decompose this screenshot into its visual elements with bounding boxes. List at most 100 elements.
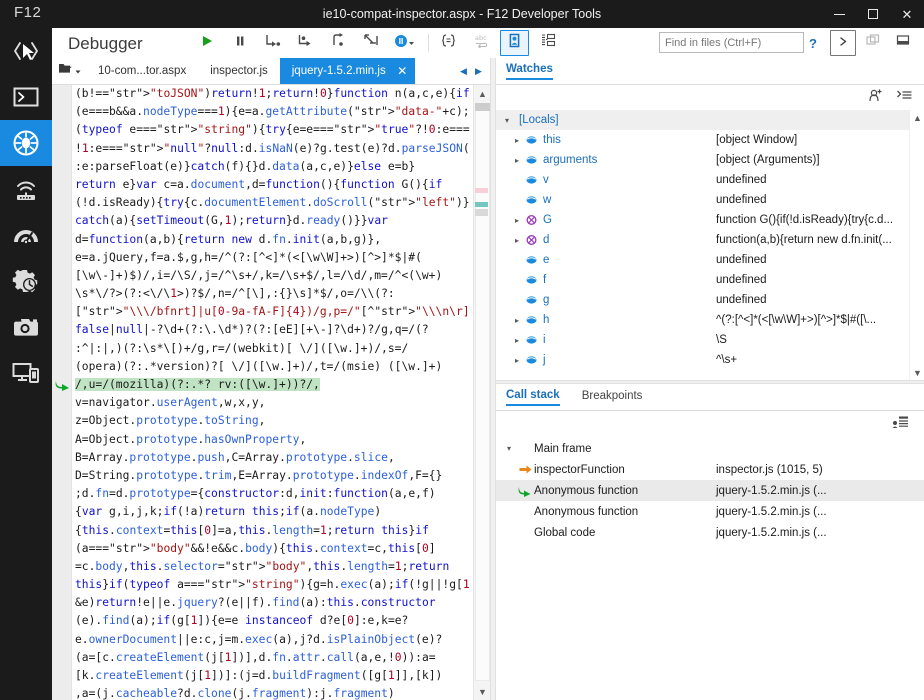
code-line[interactable]: :e:parseFloat(e)}catch(f){}d.data(a,c,e)… bbox=[73, 158, 470, 176]
step-over-button[interactable] bbox=[291, 30, 320, 56]
chevron-icon[interactable]: ▸ bbox=[510, 156, 524, 165]
code-text[interactable]: (b!=="str">"toJSON")return!1;return!0}fu… bbox=[73, 85, 470, 700]
watch-variable-row[interactable]: f undefined bbox=[496, 270, 924, 290]
word-wrap-button[interactable]: abc bbox=[467, 30, 496, 56]
dock-button[interactable] bbox=[860, 30, 886, 56]
code-line[interactable]: :^|:|,)(?:\s*\[)+/g,r=/(webkit)[ \/]([\w… bbox=[73, 340, 470, 358]
tab-aspx[interactable]: 10-com...tor.aspx bbox=[86, 58, 198, 84]
watch-variable-list[interactable]: ▾ [Locals] ▸ this [object Window] ▸ arguments [… bbox=[496, 110, 924, 380]
callstack-row[interactable]: Global code jquery-1.5.2.min.js (... bbox=[496, 522, 924, 543]
code-line[interactable]: {this.context=this[0]=a,this.length=1;re… bbox=[73, 522, 470, 540]
chevron-icon[interactable]: ▸ bbox=[510, 216, 524, 225]
tab-prev-button[interactable]: ◀ bbox=[456, 58, 471, 85]
break-all-button[interactable] bbox=[225, 30, 254, 56]
code-line[interactable]: return e}var c=a.document,d=function(){f… bbox=[73, 176, 470, 194]
watch-variable-row[interactable]: ▸ Gfunction G(){if(!d.isReady){try{c.d... bbox=[496, 210, 924, 230]
chevron-icon[interactable]: ▾ bbox=[500, 116, 514, 125]
scroll-down-button[interactable]: ▼ bbox=[474, 683, 490, 700]
chevron-icon[interactable]: ▸ bbox=[510, 136, 524, 145]
code-line[interactable]: (e).find(a);if(g[1]){e=e instanceof d?e[… bbox=[73, 612, 470, 630]
sidebar-item-debugger[interactable] bbox=[0, 120, 52, 166]
callstack-row[interactable]: Anonymous function jquery-1.5.2.min.js (.… bbox=[496, 501, 924, 522]
code-line[interactable]: (b!=="str">"toJSON")return!1;return!0}fu… bbox=[73, 85, 470, 103]
break-on-new-worker-button[interactable] bbox=[357, 30, 386, 56]
clear-watches-button[interactable] bbox=[894, 89, 914, 107]
scroll-thumb[interactable] bbox=[475, 103, 490, 111]
sidebar-item-network[interactable] bbox=[0, 166, 52, 212]
code-line[interactable]: (typeof e==="str">"string"){try{e=e==="s… bbox=[73, 121, 470, 139]
code-line[interactable]: [\w\-]+)$)/,i=/\S/,j=/^\s+/,k=/\s+$/,l=/… bbox=[73, 267, 470, 285]
tab-next-button[interactable]: ▶ bbox=[471, 58, 486, 85]
watch-variable-row[interactable]: ▸ h ^(?:[^<]*(<[\w\W]+>)[^>]*$|#([\... bbox=[496, 310, 924, 330]
chevron-icon[interactable]: ▸ bbox=[510, 236, 524, 245]
watch-variable-row[interactable]: ▸ j ^\s+ bbox=[496, 350, 924, 370]
editor-gutter[interactable] bbox=[52, 85, 72, 700]
watch-variable-row[interactable]: ▸ i \S bbox=[496, 330, 924, 350]
minimize-button[interactable] bbox=[822, 0, 856, 28]
watch-variable-row[interactable]: g undefined bbox=[496, 290, 924, 310]
help-button[interactable]: ? bbox=[800, 30, 826, 56]
scroll-down-button[interactable]: ▼ bbox=[910, 365, 924, 380]
console-drawer-button[interactable] bbox=[830, 30, 856, 56]
tab-jquery-min-js[interactable]: jquery-1.5.2.min.js ✕ bbox=[279, 58, 415, 84]
scroll-up-button[interactable]: ▲ bbox=[910, 110, 924, 125]
code-line[interactable]: ["str">"\\\/bfnrt]|u[0-9a-fA-F]{4})/g,p=… bbox=[73, 303, 470, 321]
code-line[interactable]: &e)return!e||e.jquery?(e||f).find(a):thi… bbox=[73, 594, 470, 612]
code-line[interactable]: e=a.jQuery,f=a.$,g,h=/^(?:[^<]*(<[\w\W]+… bbox=[73, 249, 470, 267]
code-line[interactable]: (a==="str">"body"&&!e&&c.body){this.cont… bbox=[73, 540, 470, 558]
code-line[interactable]: (e===b&&a.nodeType===1){e=a.getAttribute… bbox=[73, 103, 470, 121]
code-editor[interactable]: (b!=="str">"toJSON")return!1;return!0}fu… bbox=[52, 85, 490, 700]
add-watch-button[interactable] bbox=[864, 89, 884, 107]
callstack-row[interactable]: Anonymous function jquery-1.5.2.min.js (.… bbox=[496, 480, 924, 501]
code-line[interactable]: false|null|-?\d+(?:\.\d*)?(?:[eE][+\-]?\… bbox=[73, 321, 470, 339]
code-line[interactable]: ,a=(j.cacheable?d.clone(j.fragment):j.fr… bbox=[73, 685, 470, 700]
sidebar-item-performance[interactable] bbox=[0, 212, 52, 258]
watch-group-row[interactable]: ▾ [Locals] bbox=[496, 110, 924, 130]
code-line[interactable]: \s*\/?>(?:<\/\1>)?$/,n=/^[\],:{}\s]*$/,o… bbox=[73, 285, 470, 303]
code-line[interactable]: ;d.fn=d.prototype={constructor:d,init:fu… bbox=[73, 485, 470, 503]
continue-button[interactable] bbox=[192, 30, 221, 56]
editor-scrollbar[interactable]: ▲ ▼ bbox=[473, 85, 490, 700]
code-line[interactable]: e.ownerDocument||e:c,j=m.exec(a),j?d.isP… bbox=[73, 631, 470, 649]
code-line[interactable]: (opera)(?:.*version)?[ \/]([\w.]+)/,t=/(… bbox=[73, 358, 470, 376]
tab-breakpoints[interactable]: Breakpoints bbox=[582, 390, 643, 404]
watch-variable-row[interactable]: w undefined bbox=[496, 190, 924, 210]
code-line[interactable]: =c.body,this.selector="str">"body",this.… bbox=[73, 558, 470, 576]
watch-variable-row[interactable]: ▸ this [object Window] bbox=[496, 130, 924, 150]
code-line[interactable]: (!d.isReady){try{c.documentElement.doScr… bbox=[73, 194, 470, 212]
code-line[interactable]: this}if(typeof a==="str">"string"){g=h.e… bbox=[73, 576, 470, 594]
code-line[interactable]: [k.createElement(j[1])]:(j=d.buildFragme… bbox=[73, 667, 470, 685]
chevron-icon[interactable]: ▸ bbox=[510, 356, 524, 365]
tab-call-stack[interactable]: Call stack bbox=[506, 389, 560, 406]
minimize-tools-button[interactable] bbox=[890, 30, 916, 56]
callstack-row[interactable]: inspectorFunction inspector.js (1015, 5) bbox=[496, 459, 924, 480]
code-line[interactable]: (a=[c.createElement(j[1])],d.fn.attr.cal… bbox=[73, 649, 470, 667]
show-frames-button[interactable] bbox=[890, 415, 910, 433]
code-line[interactable]: A=Object.prototype.hasOwnProperty, bbox=[73, 431, 470, 449]
chevron-icon[interactable]: ▸ bbox=[510, 336, 524, 345]
pretty-print-button[interactable] bbox=[434, 30, 463, 56]
step-out-button[interactable] bbox=[324, 30, 353, 56]
watch-variable-row[interactable]: v undefined bbox=[496, 170, 924, 190]
code-line[interactable]: B=Array.prototype.push,C=Array.prototype… bbox=[73, 449, 470, 467]
tab-inspector-js[interactable]: inspector.js bbox=[198, 58, 280, 84]
watches-scrollbar[interactable]: ▲ ▼ bbox=[909, 110, 924, 380]
callstack-frame-group[interactable]: ▾ Main frame bbox=[496, 438, 924, 459]
watch-variable-row[interactable]: ▸ arguments [object (Arguments)] bbox=[496, 150, 924, 170]
watch-variable-row[interactable]: ▸ d function(a,b){return new d.fn.init(... bbox=[496, 230, 924, 250]
chevron-icon[interactable]: ▾ bbox=[502, 444, 516, 453]
sidebar-item-dom-explorer[interactable] bbox=[0, 28, 52, 74]
callstack-list[interactable]: ▾ Main frame inspectorFunction inspector.js… bbox=[496, 438, 924, 543]
code-line[interactable]: !1:e==="str">"null"?null:d.isNaN(e)?g.te… bbox=[73, 140, 470, 158]
breakpoint-pane-button[interactable] bbox=[500, 30, 529, 56]
sidebar-item-memory[interactable] bbox=[0, 258, 52, 304]
scroll-up-button[interactable]: ▲ bbox=[474, 85, 490, 102]
step-into-button[interactable] bbox=[258, 30, 287, 56]
code-line[interactable]: v=navigator.userAgent,w,x,y, bbox=[73, 394, 470, 412]
close-button[interactable]: ✕ bbox=[890, 0, 924, 28]
close-icon[interactable]: ✕ bbox=[396, 64, 409, 78]
file-picker-button[interactable] bbox=[52, 58, 86, 84]
source-map-button[interactable] bbox=[533, 30, 562, 56]
sidebar-item-console[interactable] bbox=[0, 74, 52, 120]
search-input[interactable] bbox=[659, 32, 804, 53]
